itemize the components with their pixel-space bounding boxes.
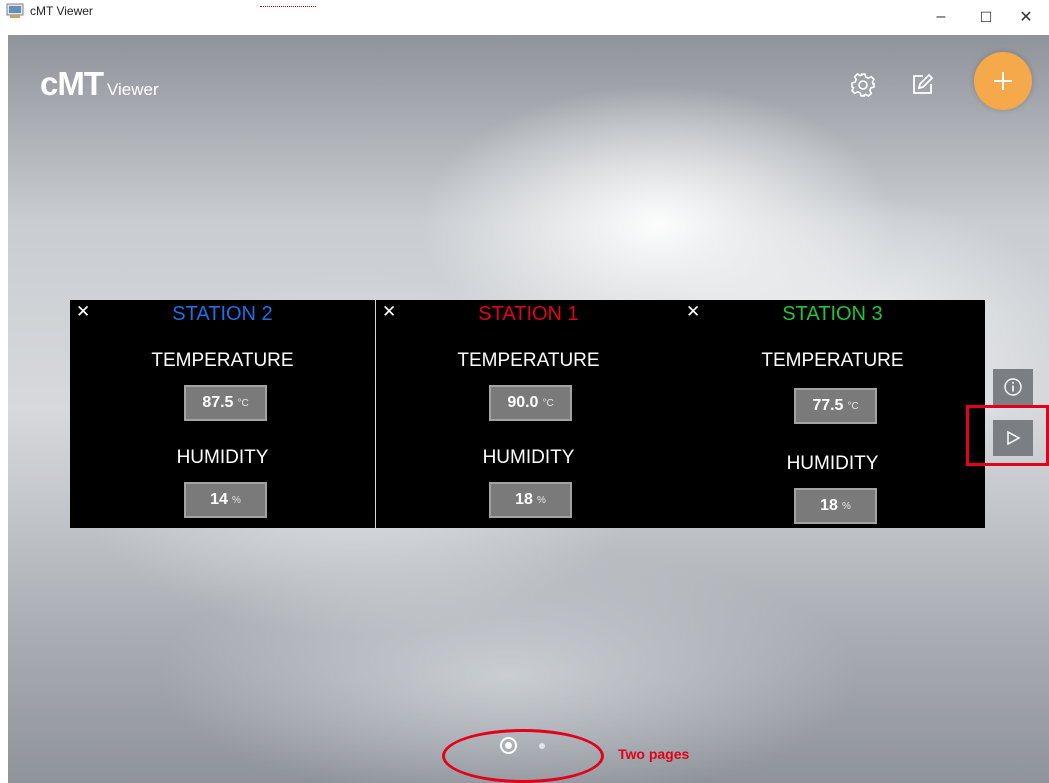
page-indicator[interactable] — [539, 743, 545, 749]
humidity-unit: % — [536, 494, 546, 506]
station-title: STATION 3 — [782, 303, 883, 325]
temperature-value-box: 77.5 °C — [794, 388, 877, 424]
temperature-unit: °C — [542, 397, 554, 409]
info-icon — [1004, 378, 1022, 396]
page-indicator-active-dot — [505, 742, 512, 749]
settings-button[interactable] — [846, 68, 880, 102]
highlight-annotation-ellipse — [442, 729, 604, 783]
annotation-underline — [260, 6, 316, 7]
temperature-value: 90.0 — [507, 394, 539, 411]
annotation-text: Two pages — [618, 746, 690, 762]
humidity-unit: % — [231, 494, 241, 506]
title-bar: cMT Viewer – ☐ ✕ — [0, 0, 1049, 35]
humidity-value-box: 18 % — [794, 488, 877, 524]
humidity-value: 14 — [210, 491, 228, 508]
temperature-value-box: 90.0 °C — [489, 385, 572, 421]
humidity-value: 18 — [515, 491, 533, 508]
highlight-annotation-box — [966, 405, 1049, 466]
humidity-label: HUMIDITY — [176, 447, 269, 468]
humidity-value: 18 — [820, 497, 838, 514]
station-title: STATION 2 — [172, 303, 273, 325]
humidity-unit: % — [841, 500, 851, 512]
temperature-label: TEMPERATURE — [761, 350, 904, 371]
temperature-value: 87.5 — [202, 394, 234, 411]
temperature-unit: °C — [847, 400, 859, 412]
add-button[interactable] — [974, 52, 1032, 110]
humidity-label: HUMIDITY — [786, 453, 879, 474]
station-panel[interactable]: ✕ STATION 3 TEMPERATURE 77.5 °C HUMIDITY… — [680, 300, 985, 528]
station-title: STATION 1 — [478, 303, 579, 325]
window-title: cMT Viewer — [30, 4, 93, 18]
temperature-label: TEMPERATURE — [457, 350, 600, 371]
temperature-value-box: 87.5 °C — [184, 385, 267, 421]
close-window-button[interactable]: ✕ — [1003, 0, 1049, 34]
humidity-label: HUMIDITY — [482, 447, 575, 468]
temperature-label: TEMPERATURE — [151, 350, 294, 371]
page-indicator-active[interactable] — [500, 737, 517, 754]
edit-icon — [913, 73, 934, 94]
info-button[interactable] — [993, 369, 1033, 405]
humidity-value-box: 18 % — [489, 482, 572, 518]
humidity-value-box: 14 % — [184, 482, 267, 518]
station-panel[interactable]: ✕ STATION 2 TEMPERATURE 87.5 °C HUMIDITY… — [70, 300, 375, 528]
station-panel[interactable]: ✕ STATION 1 TEMPERATURE 90.0 °C HUMIDITY… — [376, 300, 681, 528]
gear-icon — [851, 73, 875, 97]
temperature-unit: °C — [237, 397, 249, 409]
viewer-main: cMT Viewer ✕ STATION 2 TEMPERATURE 87.5 — [8, 35, 1049, 783]
app-icon — [6, 3, 24, 18]
minimize-button[interactable]: – — [918, 0, 964, 34]
logo-main: cMT — [40, 65, 104, 102]
edit-button[interactable] — [905, 68, 939, 102]
app-logo: cMT Viewer — [40, 65, 159, 103]
temperature-value: 77.5 — [812, 397, 844, 414]
logo-sub: Viewer — [107, 80, 159, 99]
plus-icon — [994, 72, 1012, 90]
